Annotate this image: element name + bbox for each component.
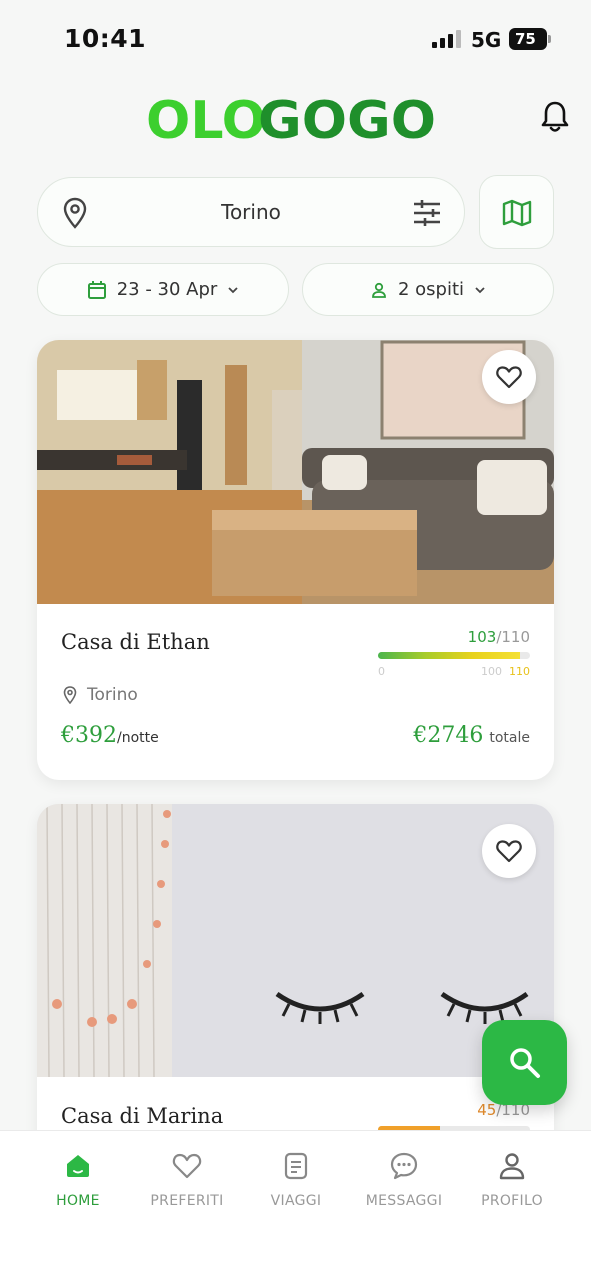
signal-icon bbox=[432, 30, 461, 48]
bell-icon[interactable] bbox=[540, 100, 570, 134]
nightly-price: €392/notte bbox=[61, 723, 159, 748]
date-range-selector[interactable]: 23 - 30 Apr bbox=[37, 263, 289, 316]
chevron-down-icon bbox=[228, 286, 238, 293]
map-button[interactable] bbox=[479, 175, 554, 249]
nav-home[interactable]: HOME bbox=[23, 1151, 133, 1209]
battery-level: 75 bbox=[509, 28, 547, 50]
nav-messaggi[interactable]: MESSAGGI bbox=[349, 1151, 459, 1209]
bottom-nav: HOME PREFERITI VIAGGI MESSAGGI PROFILO bbox=[0, 1130, 591, 1280]
guests-label: 2 ospiti bbox=[397, 279, 465, 300]
listing-photo bbox=[37, 804, 554, 1077]
chevron-down-icon bbox=[475, 286, 485, 293]
nav-preferiti[interactable]: PREFERITI bbox=[132, 1151, 242, 1209]
listing-title: Casa di Marina bbox=[61, 1104, 224, 1128]
user-icon bbox=[499, 1153, 525, 1180]
person-icon bbox=[372, 282, 386, 298]
heart-icon bbox=[496, 366, 522, 389]
search-bar[interactable]: Torino bbox=[37, 177, 465, 247]
svg-text:GOGO: GOGO bbox=[258, 94, 436, 144]
status-time: 10:41 bbox=[64, 24, 147, 53]
search-fab[interactable] bbox=[482, 1020, 567, 1105]
favorite-button[interactable] bbox=[482, 350, 536, 404]
network-label: 5G bbox=[471, 28, 502, 52]
filter-sliders-icon[interactable] bbox=[412, 199, 442, 227]
heart-icon bbox=[172, 1153, 202, 1179]
svg-text:OLO: OLO bbox=[146, 94, 266, 144]
listing-title: Casa di Ethan bbox=[61, 630, 210, 654]
score-bar bbox=[378, 652, 530, 659]
favorite-button[interactable] bbox=[482, 824, 536, 878]
ologogo-logo: OLO GOGO bbox=[146, 94, 436, 144]
map-icon bbox=[502, 199, 532, 227]
home-icon bbox=[67, 1155, 89, 1177]
nav-viaggi[interactable]: VIAGGI bbox=[241, 1151, 351, 1209]
score-bar-fill bbox=[378, 652, 521, 659]
heart-icon bbox=[496, 840, 522, 863]
search-city: Torino bbox=[221, 200, 281, 224]
list-icon bbox=[284, 1152, 308, 1180]
listing-score: 103/110 bbox=[467, 628, 530, 646]
battery-icon: 75 bbox=[509, 28, 551, 50]
listing-card[interactable]: Casa di Ethan 103/110 0 100 110 Torino €… bbox=[37, 340, 554, 780]
guests-selector[interactable]: 2 ospiti bbox=[302, 263, 554, 316]
date-range-label: 23 - 30 Apr bbox=[116, 279, 218, 300]
calendar-icon bbox=[87, 280, 106, 299]
status-bar: 10:41 5G 75 bbox=[0, 0, 591, 80]
total-price: €2746 totale bbox=[413, 723, 530, 748]
search-icon bbox=[510, 1048, 540, 1078]
listing-photo bbox=[37, 340, 554, 604]
location-pin-icon bbox=[63, 686, 77, 704]
listing-location: Torino bbox=[63, 685, 138, 705]
nav-profilo[interactable]: PROFILO bbox=[457, 1151, 567, 1209]
chat-icon bbox=[390, 1152, 418, 1180]
